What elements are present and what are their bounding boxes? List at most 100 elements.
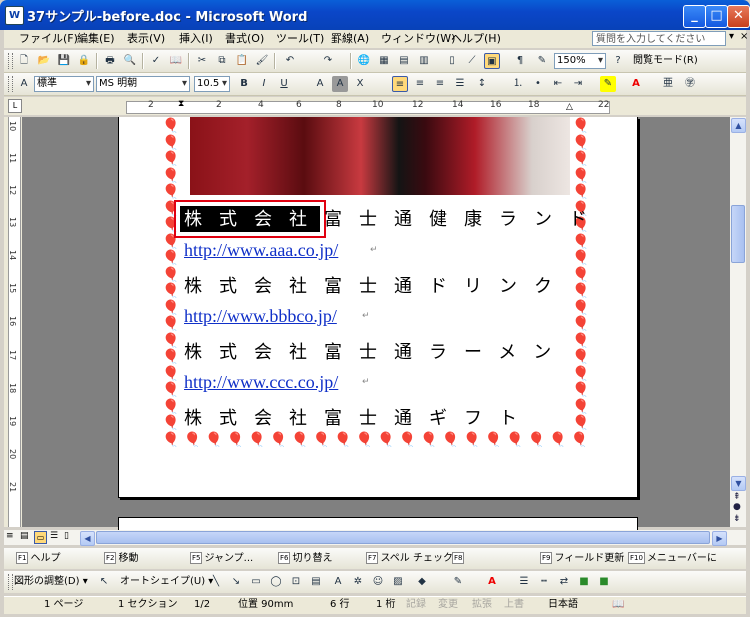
menu-insert[interactable]: 挿入(I) [176,31,216,47]
company-line-3[interactable]: 株式会社富士通ラーメン [184,338,568,364]
menu-table[interactable]: 罫線(A) [328,31,372,47]
indent-marker-icon[interactable]: ⧗ [178,99,184,109]
paste-icon[interactable]: 📋 [234,53,250,69]
cut-icon[interactable]: ✂ [194,53,210,69]
scroll-up-icon[interactable]: ▲ [731,118,746,133]
draw-font-color-icon[interactable]: A [484,574,500,590]
char-scale-icon[interactable]: X [352,76,368,92]
select-objects-icon[interactable]: ↖ [96,574,112,590]
permission-icon[interactable]: 🔒 [76,53,92,69]
fkey-f8[interactable]: F8 [452,552,466,566]
3d-style-icon[interactable]: ■ [596,574,612,590]
line-color-icon[interactable]: ✎ [450,574,466,590]
hyperlink-3[interactable]: http://www.ccc.co.jp/ [184,372,338,393]
right-indent-marker-icon[interactable]: △ [566,102,573,112]
copy-icon[interactable]: ⧉ [214,53,230,69]
undo-icon[interactable]: ↶ [282,53,298,69]
vertical-scroll-thumb[interactable] [731,205,745,263]
fkey-f10[interactable]: F10 メニューバーに [628,552,717,566]
status-rec[interactable]: 記録 [406,598,426,612]
normal-view-icon[interactable]: ≡ [6,531,14,541]
style-combo[interactable]: 標準 [34,76,94,92]
redo-icon[interactable]: ↷ [320,53,336,69]
show-hide-icon[interactable]: ¶ [512,53,528,69]
fkey-f7[interactable]: F7 スペル チェック... [366,552,463,566]
reading-mode-button[interactable]: 閲覧モード(R) [633,53,698,69]
selected-text[interactable]: 株式会社 [184,209,324,230]
company-line-1-rest[interactable]: 富士通健康ランド [324,209,604,230]
shadow-style-icon[interactable]: ■ [576,574,592,590]
rectangle-icon[interactable]: ▭ [248,574,264,590]
select-browse-object-icon[interactable]: ● [733,502,741,512]
wordart-icon[interactable]: A [330,574,346,590]
scroll-right-icon[interactable]: ▶ [712,531,727,546]
decrease-indent-icon[interactable]: ⇤ [550,76,566,92]
ink-icon[interactable]: ✎ [534,53,550,69]
status-ovr[interactable]: 上書 [504,598,524,612]
bullets-icon[interactable]: • [530,76,546,92]
fill-color-icon[interactable]: ◆ [414,574,430,590]
char-border-icon[interactable]: A [312,76,328,92]
tables-borders-icon[interactable]: ▦ [376,53,392,69]
char-shading-icon[interactable]: A [332,76,348,92]
maximize-button[interactable]: □ [705,5,728,28]
print-icon[interactable]: 🖶 [102,53,118,69]
insert-table-icon[interactable]: ▤ [396,53,412,69]
menu-window[interactable]: ウィンドウ(W) [378,31,458,47]
menu-view[interactable]: 表示(V) [124,31,168,47]
menu-edit[interactable]: 編集(E) [74,31,118,47]
fkey-f1[interactable]: F1 ヘルプ [16,552,60,566]
minimize-button[interactable]: _ [683,5,706,28]
line-spacing-icon[interactable]: ↕ [474,76,490,92]
web-layout-icon[interactable]: ▤ [20,531,29,541]
styles-icon[interactable]: A [16,76,32,92]
save-icon[interactable]: 💾 [56,53,72,69]
next-page-icon[interactable]: ⇟ [733,514,741,524]
horizontal-scroll-thumb[interactable] [96,531,710,544]
arrow-style-icon[interactable]: ⇄ [556,574,572,590]
hyperlink-icon[interactable]: 🌐 [356,53,372,69]
align-right-icon[interactable]: ≡ [432,76,448,92]
spelling-status-icon[interactable]: 📖 [612,598,624,612]
increase-indent-icon[interactable]: ⇥ [570,76,586,92]
close-document-icon[interactable]: × [740,31,748,42]
italic-icon[interactable]: I [256,76,272,92]
line-style-icon[interactable]: ☰ [516,574,532,590]
numbering-icon[interactable]: ⒈ [510,76,526,92]
company-line-1[interactable]: 株式会社富士通健康ランド [184,205,604,231]
menu-tools[interactable]: ツール(T) [273,31,327,47]
toolbar-grip[interactable] [8,574,13,590]
bold-icon[interactable]: B [236,76,252,92]
scroll-left-icon[interactable]: ◀ [80,531,95,546]
font-color-icon[interactable]: A [628,76,644,92]
prev-page-icon[interactable]: ⇞ [733,492,741,502]
arrow-icon[interactable]: ↘ [228,574,244,590]
menu-help[interactable]: ヘルプ(H) [448,31,504,47]
scroll-down-icon[interactable]: ▼ [731,476,746,491]
phonetic-guide-icon[interactable]: 亜 [660,76,676,92]
status-ext[interactable]: 拡張 [472,598,492,612]
font-size-combo[interactable]: 10.5 [194,76,230,92]
columns-icon[interactable]: ▯ [444,53,460,69]
dash-style-icon[interactable]: ┅ [536,574,552,590]
insert-excel-icon[interactable]: ▥ [416,53,432,69]
fkey-f5[interactable]: F5 ジャンプ... [190,552,253,566]
distributed-icon[interactable]: ☰ [452,76,468,92]
draw-adjust-menu[interactable]: 図形の調整(D) ▾ [14,575,88,589]
ask-dropdown-icon[interactable]: ▾ [729,31,734,42]
highlight-icon[interactable]: ✎ [600,76,616,92]
company-line-4[interactable]: 株式会社富士通ギフト [184,404,534,430]
autoshape-menu[interactable]: オートシェイプ(U) ▾ [120,575,213,589]
font-combo[interactable]: MS 明朝 [96,76,190,92]
enclose-char-icon[interactable]: ㊫ [682,76,698,92]
fkey-f9[interactable]: F9 フィールド更新 [540,552,624,566]
word-doc-icon[interactable]: W [5,6,24,25]
next-page[interactable] [118,517,638,530]
menu-file[interactable]: ファイル(F) [16,31,81,47]
textbox-icon[interactable]: ⊡ [288,574,304,590]
photo-image[interactable] [190,117,570,195]
oval-icon[interactable]: ◯ [268,574,284,590]
hyperlink-1[interactable]: http://www.aaa.co.jp/ [184,240,338,261]
company-line-2[interactable]: 株式会社富士通ドリンク [184,272,569,298]
clipart-icon[interactable]: ☺ [370,574,386,590]
